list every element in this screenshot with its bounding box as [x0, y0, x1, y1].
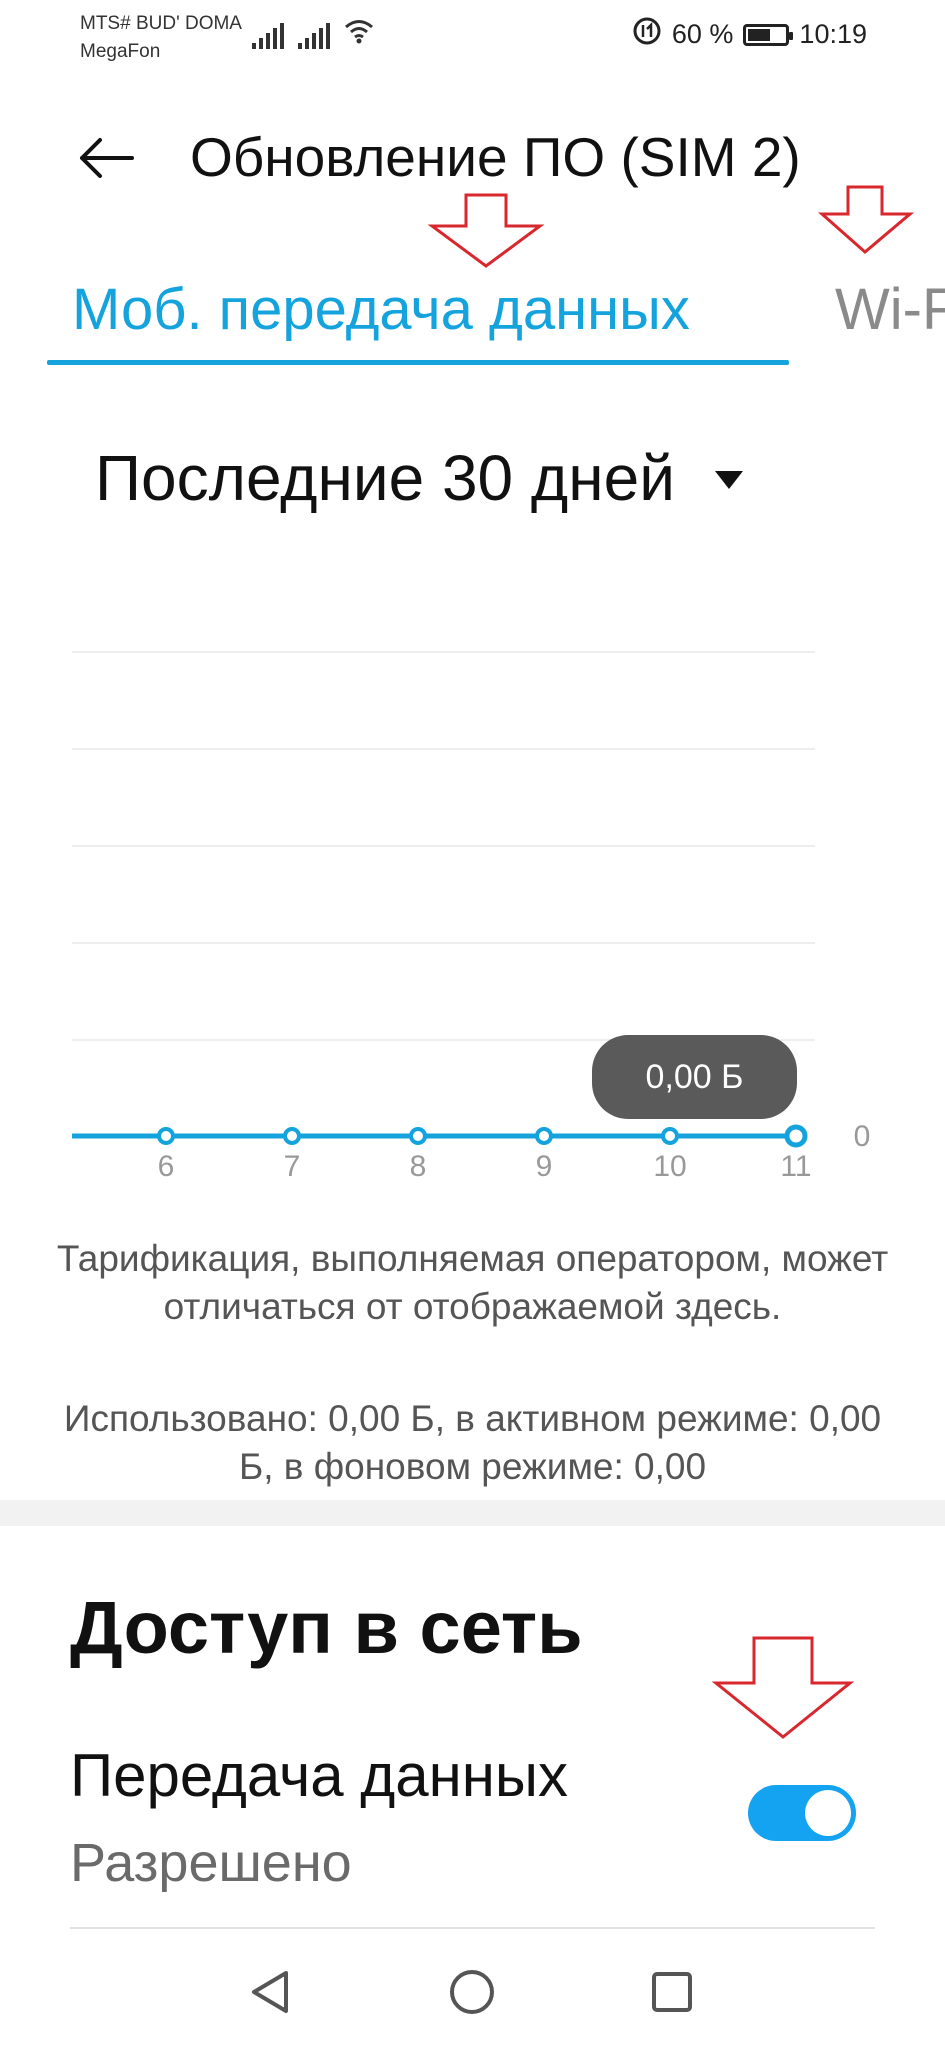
- triangle-back-icon: [252, 1971, 288, 2013]
- x-tick-label: 7: [284, 1150, 301, 1183]
- battery-icon: [743, 23, 794, 46]
- clock: 10:19: [799, 19, 867, 49]
- toggle-knob: [805, 1790, 851, 1836]
- carrier-name-2: MegaFon: [80, 41, 161, 62]
- data-point: [409, 1127, 427, 1145]
- page-title: Обновление ПО (SIM 2): [190, 126, 801, 188]
- square-recents-icon: [652, 1972, 692, 2012]
- data-point: [661, 1127, 679, 1145]
- x-tick-label: 6: [158, 1150, 175, 1183]
- data-point: [283, 1127, 301, 1145]
- annotation-arrow-icon: [712, 1636, 854, 1739]
- signal-icon: [298, 23, 330, 49]
- network-access-title: Доступ в сеть: [70, 1586, 583, 1669]
- status-signal-icons: [252, 18, 374, 49]
- signal-icon: [252, 23, 284, 49]
- circle-home-icon: [450, 1970, 494, 2014]
- tab-mobile-data[interactable]: Моб. передача данных: [72, 275, 690, 345]
- data-point: [784, 1124, 808, 1148]
- x-tick-label: 10: [653, 1150, 686, 1183]
- chart-tooltip: 0,00 Б: [592, 1035, 797, 1119]
- data-point: [535, 1127, 553, 1145]
- carrier-name-1: MTS# BUD' DOMA: [80, 13, 242, 34]
- period-selected: Последние 30 дней: [95, 442, 675, 514]
- annotation-arrow-icon: [428, 193, 544, 268]
- status-right: 60 % 10:19: [632, 16, 867, 53]
- battery-percent: 60 %: [671, 19, 734, 49]
- data-transfer-toggle[interactable]: [748, 1785, 856, 1841]
- data-saver-icon: [632, 16, 662, 53]
- back-button[interactable]: [78, 130, 134, 186]
- nav-home-button[interactable]: [440, 1960, 504, 2024]
- wifi-icon: [344, 18, 374, 49]
- nav-back-button[interactable]: [238, 1960, 302, 2024]
- row-divider: [70, 1927, 875, 1929]
- y-axis-label: 0: [854, 1120, 871, 1153]
- nav-recents-button[interactable]: [640, 1960, 704, 2024]
- data-point: [157, 1127, 175, 1145]
- x-tick-label: 9: [536, 1150, 553, 1183]
- tab-wifi[interactable]: Wi-Fi: [835, 275, 945, 345]
- billing-note: Тарификация, выполняемая оператором, мож…: [56, 1238, 889, 1327]
- section-divider-band: [0, 1500, 945, 1526]
- data-transfer-status: Разрешено: [70, 1833, 352, 1893]
- x-tick-label: 11: [780, 1150, 811, 1183]
- x-tick-label: 8: [410, 1150, 427, 1183]
- active-tab-indicator: [47, 360, 789, 365]
- usage-summary: Использовано: 0,00 Б, в активном режиме:…: [63, 1398, 882, 1487]
- arrow-left-icon: [80, 138, 134, 178]
- period-dropdown[interactable]: Последние 30 дней: [95, 440, 743, 516]
- usage-chart: 6 7 8 9 10 11 0: [72, 651, 871, 1183]
- data-transfer-label: Передача данных: [70, 1742, 569, 1809]
- status-carrier: MTS# BUD' DOMA MegaFon: [80, 10, 242, 66]
- annotation-arrow-icon: [818, 185, 914, 254]
- caret-down-icon: [714, 471, 743, 489]
